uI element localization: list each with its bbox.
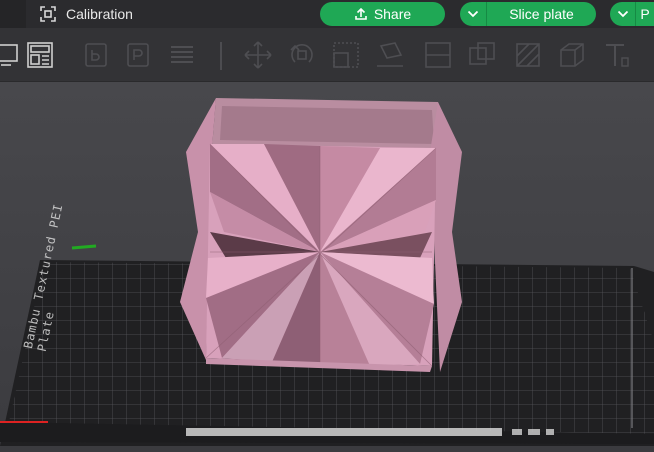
slice-split-button: Slice plate [460, 2, 596, 26]
boolean-icon[interactable] [466, 39, 498, 71]
3d-model[interactable] [180, 98, 462, 372]
calibration-icon [40, 6, 56, 22]
print-plate-button[interactable]: P [635, 2, 654, 26]
print-dropdown[interactable] [610, 2, 635, 26]
3d-viewport[interactable]: Bambu Textured PEI Plate [0, 82, 654, 452]
menu-strip[interactable] [0, 0, 26, 28]
tab-calibration[interactable]: Calibration [38, 3, 133, 25]
scale-icon[interactable] [330, 39, 362, 71]
tab-calibration-label: Calibration [66, 6, 133, 22]
share-button[interactable]: Share [320, 2, 445, 26]
arrange-icon[interactable] [166, 39, 198, 71]
cut-icon[interactable] [422, 39, 454, 71]
y-axis-indicator [71, 244, 97, 250]
chevron-down-icon [617, 10, 628, 18]
toolbar-divider [220, 42, 222, 70]
slice-dropdown[interactable] [460, 2, 486, 26]
print-plate-label: P [640, 6, 650, 22]
add-plate-icon[interactable] [122, 39, 154, 71]
layout-icon[interactable] [24, 39, 56, 71]
upload-icon [355, 7, 367, 20]
text-icon[interactable] [600, 39, 632, 71]
lay-on-face-icon[interactable] [374, 39, 406, 71]
cube-icon[interactable] [556, 39, 588, 71]
scene-canvas [0, 82, 654, 452]
toolbar [0, 28, 654, 82]
support-paint-icon[interactable] [512, 39, 544, 71]
share-label: Share [373, 6, 412, 22]
slice-plate-button[interactable]: Slice plate [486, 2, 596, 26]
title-bar: Calibration Share Slice plate P [0, 0, 654, 28]
rotate-icon[interactable] [286, 39, 318, 71]
slice-plate-label: Slice plate [509, 6, 574, 22]
move-icon[interactable] [242, 39, 274, 71]
add-object-icon[interactable] [80, 39, 112, 71]
monitor-icon[interactable] [0, 39, 24, 71]
print-split-button: P [610, 2, 654, 26]
chevron-down-icon [467, 10, 479, 18]
